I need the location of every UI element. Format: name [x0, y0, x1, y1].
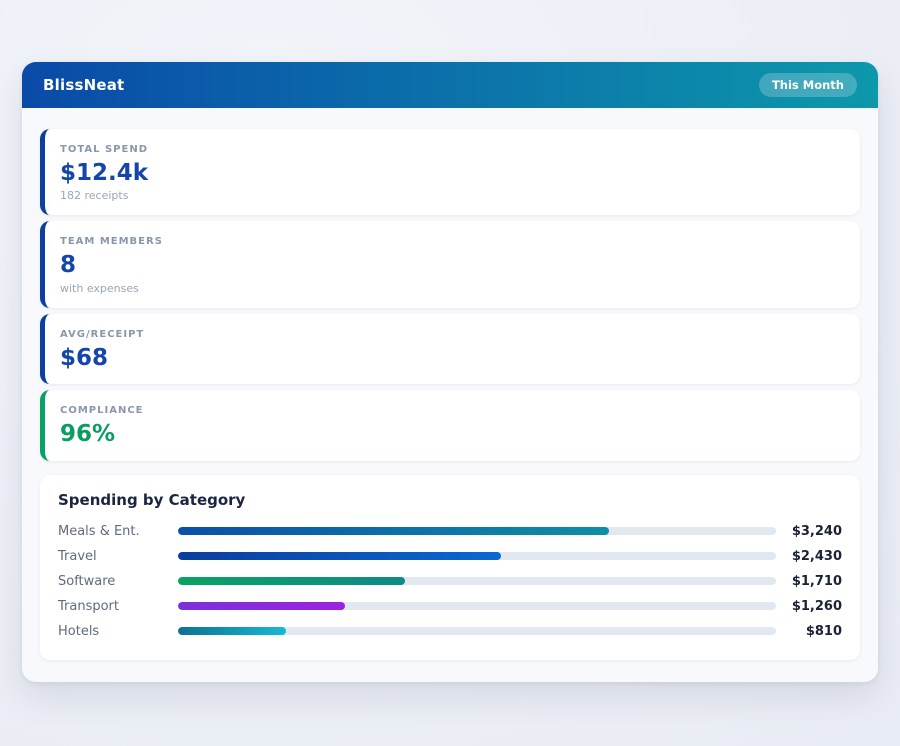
stat-card: TOTAL SPEND $12.4k 182 receipts: [40, 129, 860, 215]
bar-fill: [178, 527, 609, 535]
app-header: BlissNeat This Month: [22, 62, 878, 108]
stat-card: TEAM MEMBERS 8 with expenses: [40, 221, 860, 307]
bar-value-label: $810: [786, 624, 842, 639]
bar-category-label: Travel: [58, 549, 178, 564]
bar-row: Meals & Ent. $3,240: [58, 519, 842, 544]
bar-track: [178, 577, 776, 585]
stat-subtext: 182 receipts: [60, 189, 842, 202]
stat-label: COMPLIANCE: [60, 405, 842, 416]
bar-row: Travel $2,430: [58, 544, 842, 569]
stat-label: AVG/RECEIPT: [60, 329, 842, 340]
period-badge[interactable]: This Month: [759, 73, 857, 97]
bar-track: [178, 527, 776, 535]
stat-card: AVG/RECEIPT $68: [40, 314, 860, 384]
bar-category-label: Hotels: [58, 624, 178, 639]
bar-track: [178, 552, 776, 560]
bar-track: [178, 602, 776, 610]
stat-value: 96%: [60, 421, 842, 447]
dashboard-panel: BlissNeat This Month TOTAL SPEND $12.4k …: [22, 62, 878, 682]
stat-value: $12.4k: [60, 160, 842, 186]
stats-section: TOTAL SPEND $12.4k 182 receipts TEAM MEM…: [22, 108, 878, 461]
bar-track: [178, 627, 776, 635]
bar-value-label: $2,430: [786, 549, 842, 564]
bar-category-label: Software: [58, 574, 178, 589]
bar-row: Transport $1,260: [58, 594, 842, 619]
stat-card: COMPLIANCE 96%: [40, 390, 860, 460]
bar-fill: [178, 627, 286, 635]
bar-fill: [178, 577, 405, 585]
bar-row: Hotels $810: [58, 619, 842, 644]
bar-row: Software $1,710: [58, 569, 842, 594]
app-title: BlissNeat: [43, 76, 124, 94]
stat-value: 8: [60, 252, 842, 278]
bar-category-label: Meals & Ent.: [58, 524, 178, 539]
bar-value-label: $1,260: [786, 599, 842, 614]
chart-title: Spending by Category: [58, 491, 842, 509]
stat-label: TEAM MEMBERS: [60, 236, 842, 247]
bar-fill: [178, 602, 345, 610]
spending-by-category-card: Spending by Category Meals & Ent. $3,240…: [40, 475, 860, 660]
bar-fill: [178, 552, 501, 560]
bar-value-label: $3,240: [786, 524, 842, 539]
bar-value-label: $1,710: [786, 574, 842, 589]
stat-subtext: with expenses: [60, 282, 842, 295]
stat-value: $68: [60, 345, 842, 371]
stat-label: TOTAL SPEND: [60, 144, 842, 155]
bar-category-label: Transport: [58, 599, 178, 614]
